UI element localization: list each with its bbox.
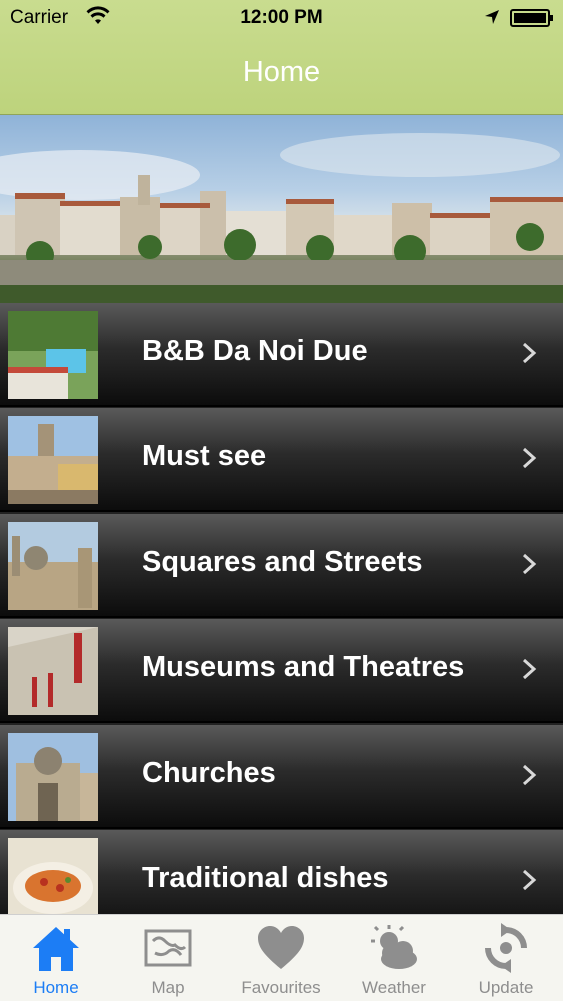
list-item-label: Traditional dishes bbox=[142, 862, 389, 894]
tab-bar: Home Map Favourites Weather Update bbox=[0, 914, 563, 1001]
chevron-right-icon bbox=[522, 342, 537, 364]
chevron-right-icon bbox=[522, 447, 537, 469]
status-bar: Carrier 12:00 PM bbox=[0, 0, 563, 36]
list-item-must-see[interactable]: Must see bbox=[0, 408, 563, 512]
tab-map[interactable]: Map bbox=[112, 915, 224, 1001]
map-icon bbox=[144, 929, 192, 967]
page-title: Home bbox=[242, 56, 321, 88]
tab-label: Map bbox=[151, 978, 185, 997]
list-item-label: B&B Da Noi Due bbox=[142, 335, 368, 367]
sync-icon bbox=[485, 923, 527, 973]
tab-label: Home bbox=[33, 978, 79, 997]
heart-icon bbox=[258, 926, 304, 969]
list-item-label: Must see bbox=[142, 440, 267, 472]
list-item-label: Museums and Theatres bbox=[142, 651, 465, 683]
list-item-traditional-dishes[interactable]: Traditional dishes bbox=[0, 830, 563, 914]
church-photo-thumbnail bbox=[8, 733, 98, 821]
tab-label: Weather bbox=[362, 978, 426, 997]
list-item-museums-and-theatres[interactable]: Museums and Theatres bbox=[0, 619, 563, 723]
list-item-bb-da-noi-due[interactable]: B&B Da Noi Due bbox=[0, 303, 563, 407]
status-time: 12:00 PM bbox=[240, 7, 323, 28]
chevron-right-icon bbox=[522, 764, 537, 786]
tower-photo-thumbnail bbox=[8, 416, 98, 504]
square-photo-thumbnail bbox=[8, 522, 98, 610]
tab-label: Update bbox=[478, 978, 534, 997]
list-item-label: Squares and Streets bbox=[142, 546, 423, 578]
battery-icon bbox=[510, 9, 553, 27]
location-arrow-icon bbox=[485, 10, 499, 24]
list-item-churches[interactable]: Churches bbox=[0, 725, 563, 829]
list-item-squares-and-streets[interactable]: Squares and Streets bbox=[0, 514, 563, 618]
chevron-right-icon bbox=[522, 869, 537, 891]
chevron-right-icon bbox=[522, 553, 537, 575]
hero-panorama-image bbox=[0, 115, 563, 303]
chevron-right-icon bbox=[522, 658, 537, 680]
house-icon bbox=[33, 927, 79, 971]
museum-photo-thumbnail bbox=[8, 627, 98, 715]
tab-weather[interactable]: Weather bbox=[338, 915, 450, 1001]
tab-home[interactable]: Home bbox=[0, 915, 112, 1001]
list-item-label: Churches bbox=[142, 757, 276, 789]
tab-label: Favourites bbox=[241, 978, 321, 997]
top-bar: Carrier 12:00 PM Home bbox=[0, 0, 563, 115]
tab-update[interactable]: Update bbox=[450, 915, 562, 1001]
dish-photo-thumbnail bbox=[8, 838, 98, 914]
weather-icon bbox=[371, 925, 417, 969]
menu-list: B&B Da Noi Due Must see Squares and Stre… bbox=[0, 303, 563, 914]
tab-favourites[interactable]: Favourites bbox=[225, 915, 337, 1001]
pool-photo-thumbnail bbox=[8, 311, 98, 399]
